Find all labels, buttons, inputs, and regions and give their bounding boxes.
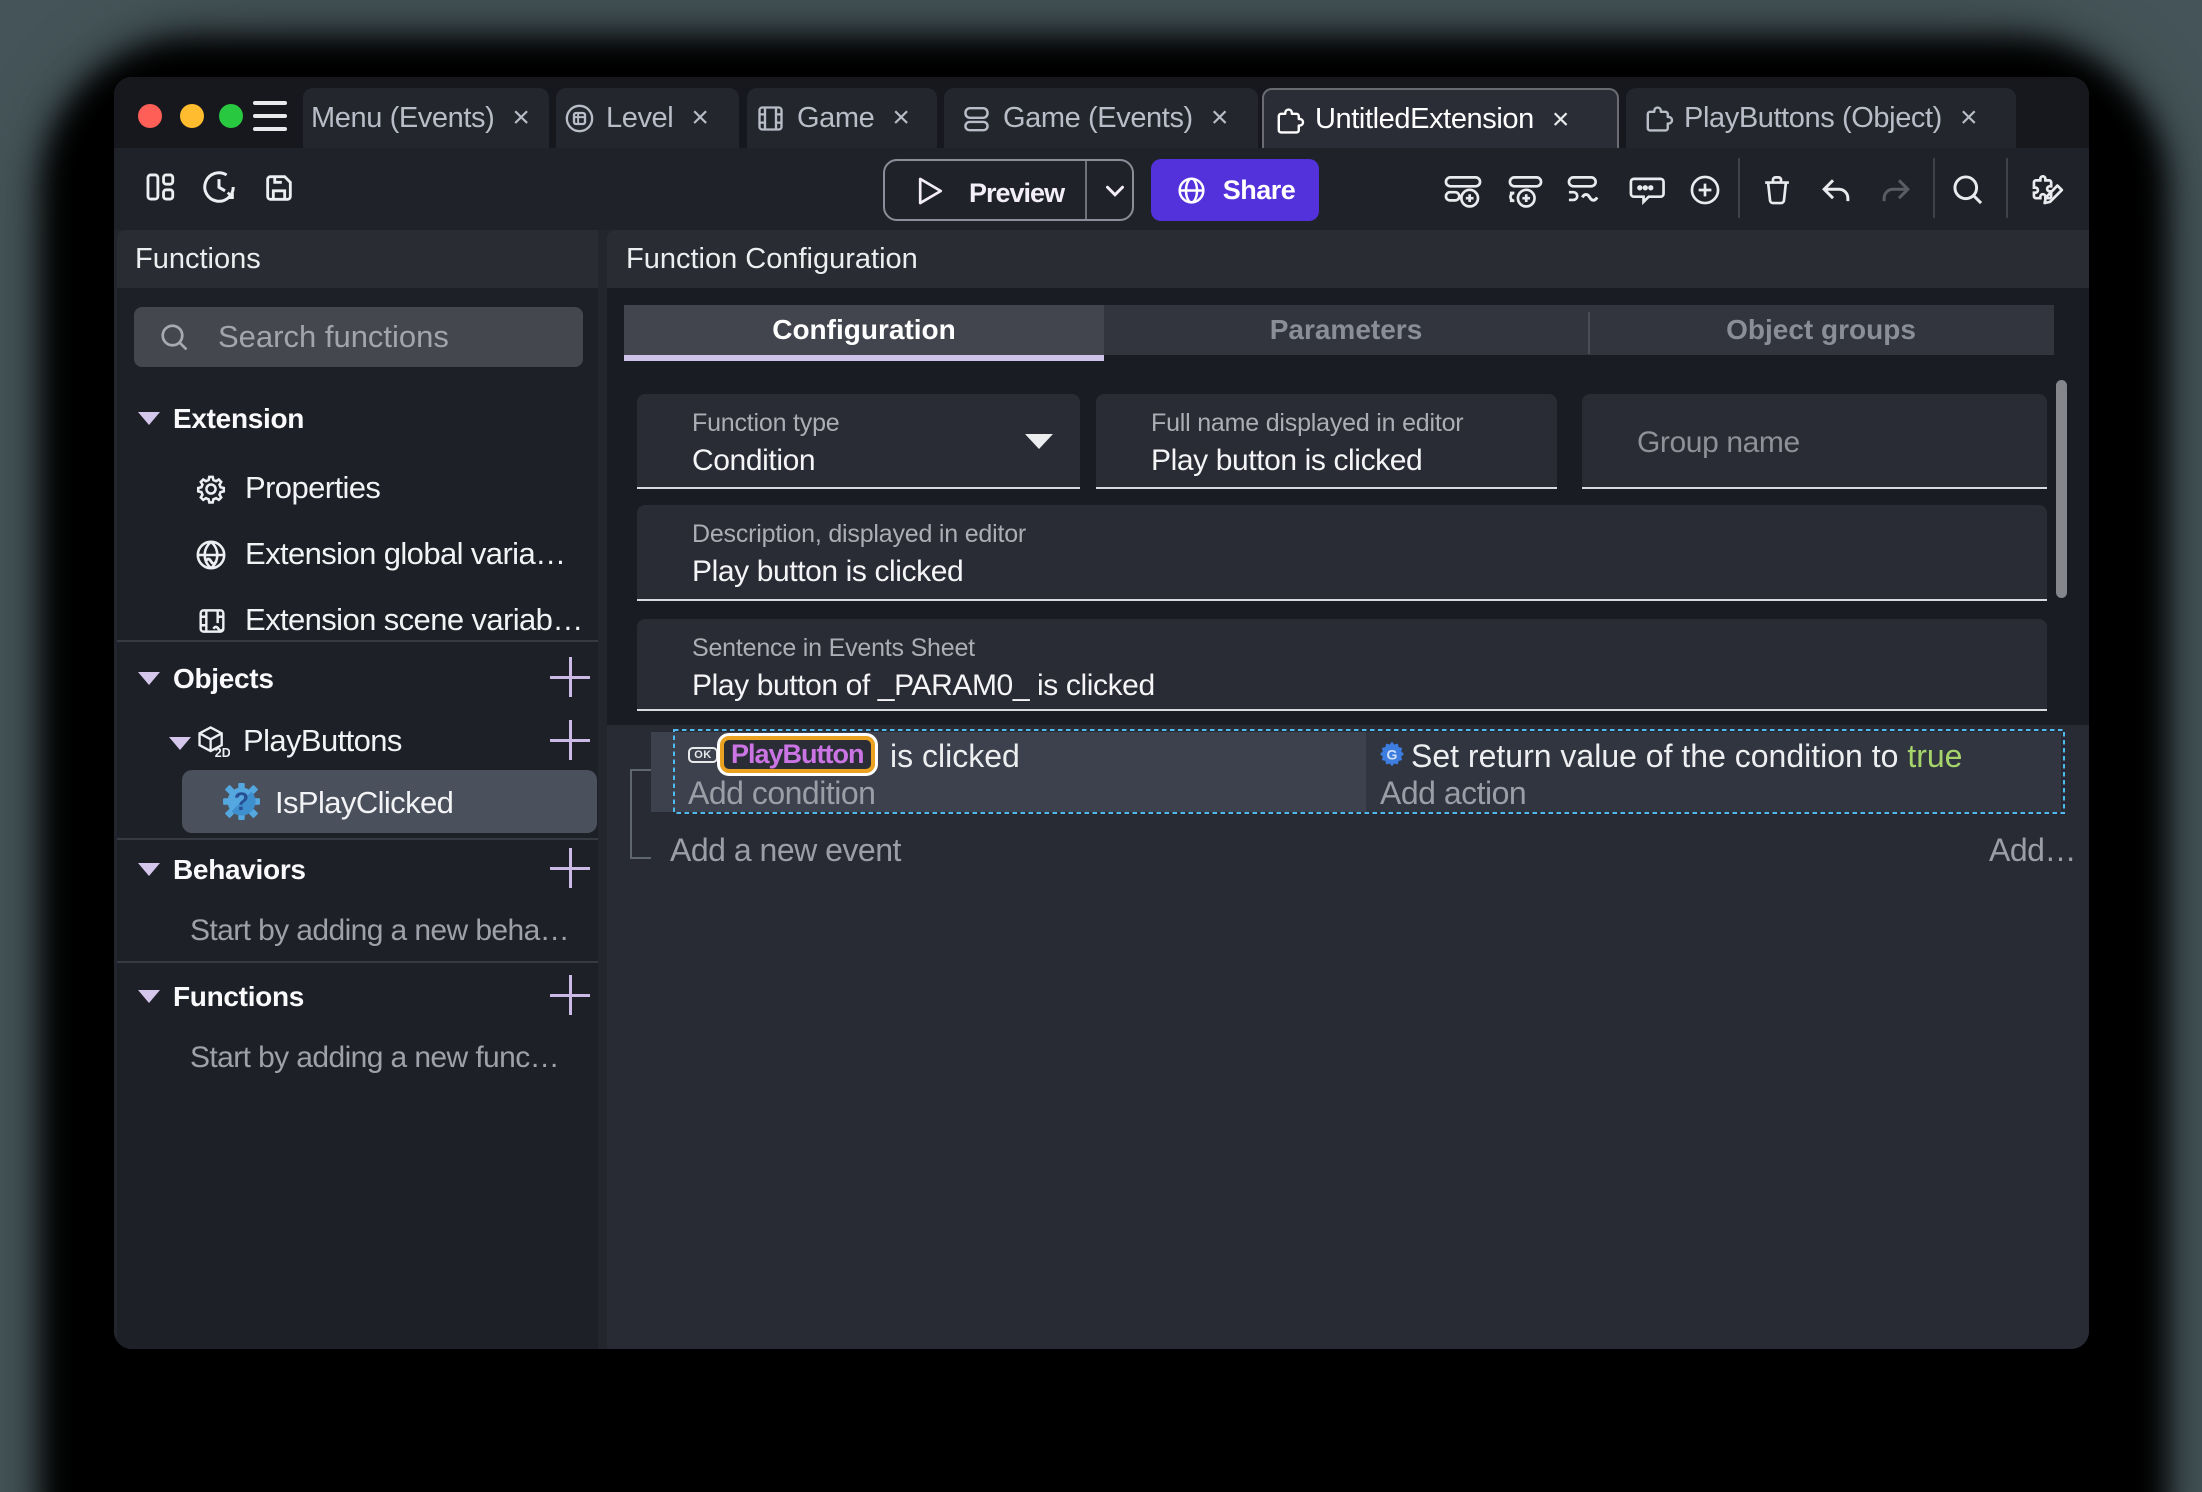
- svg-text:2D: 2D: [215, 746, 230, 760]
- svg-text:?: ?: [234, 789, 249, 816]
- svg-text:G: G: [1387, 746, 1398, 762]
